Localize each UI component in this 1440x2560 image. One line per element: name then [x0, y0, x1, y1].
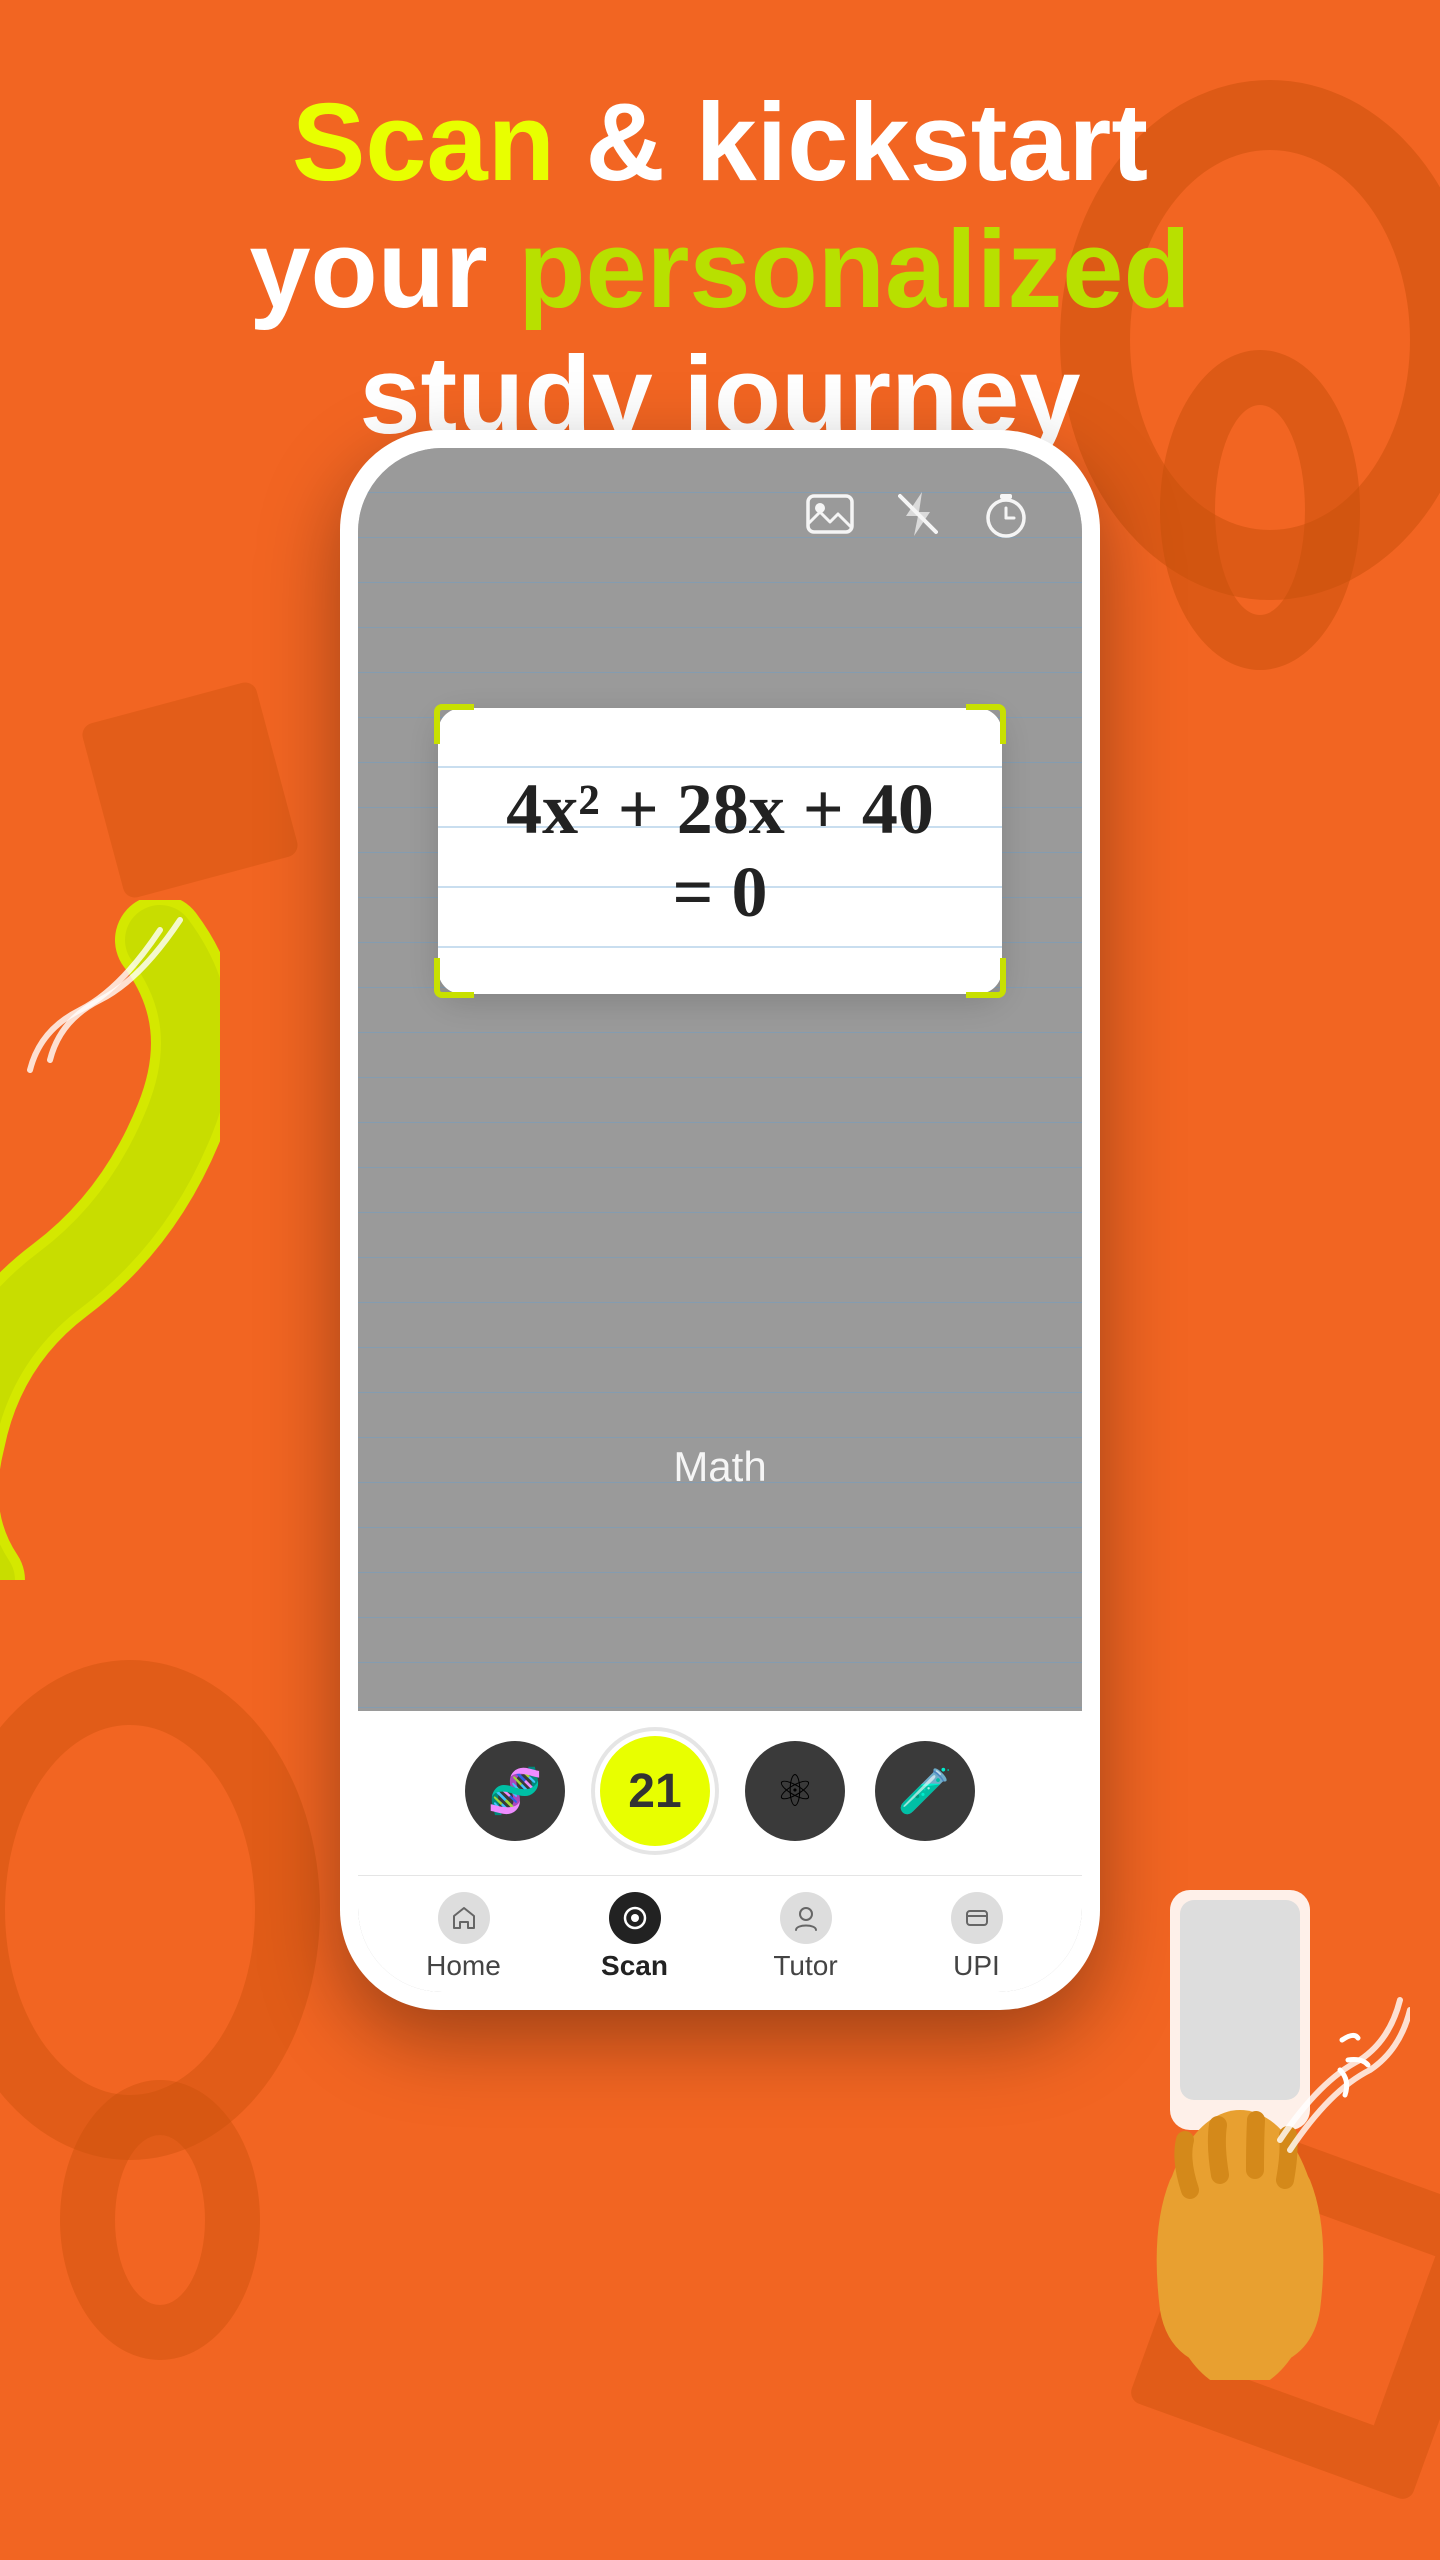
camera-view: 4x² + 28x + 40 = 0 Math [358, 448, 1082, 1711]
white-swirl-left [20, 900, 200, 1100]
phone-mockup: 4x² + 28x + 40 = 0 Math 🧬 21 ⚛ [340, 430, 1100, 2010]
hand-illustration [1110, 1880, 1390, 2380]
lined-paper-background [358, 448, 1082, 1711]
nav-home[interactable]: Home [378, 1892, 549, 1982]
math-icon: 21 [628, 1764, 681, 1819]
home-label: Home [426, 1950, 501, 1982]
physics-button[interactable]: ⚛ [745, 1741, 845, 1841]
white-swirl-right [1260, 1980, 1410, 2160]
nav-scan[interactable]: Scan [549, 1892, 720, 1982]
math-button[interactable]: 21 [595, 1731, 715, 1851]
tutor-icon [780, 1892, 832, 1944]
biology-button[interactable]: 🧬 [465, 1741, 565, 1841]
scan-equation-box: 4x² + 28x + 40 = 0 [438, 708, 1002, 994]
upi-icon [951, 1892, 1003, 1944]
phone-screen: 4x² + 28x + 40 = 0 Math 🧬 21 ⚛ [358, 448, 1082, 1992]
camera-top-icons [804, 488, 1032, 540]
bottom-nav: Home Scan [358, 1875, 1082, 1992]
flash-off-icon[interactable] [892, 488, 944, 540]
scan-label: Scan [601, 1950, 668, 1982]
header-section: Scan & kickstart your personalized study… [0, 80, 1440, 460]
subject-label: Math [358, 1443, 1082, 1491]
your-text: your [249, 208, 518, 331]
header-line-1: Scan & kickstart [80, 80, 1360, 207]
personalized-text: personalized [518, 208, 1190, 331]
yellow-swirl-left [0, 900, 220, 1580]
physics-icon: ⚛ [775, 1766, 814, 1817]
scan-icon [609, 1892, 661, 1944]
header-line-2: your personalized [80, 207, 1360, 334]
biology-icon: 🧬 [488, 1765, 543, 1817]
phone-outer-shell: 4x² + 28x + 40 = 0 Math 🧬 21 ⚛ [340, 430, 1100, 2010]
chemistry-icon: 🧪 [898, 1765, 953, 1817]
timer-icon[interactable] [980, 488, 1032, 540]
scan-text: Scan [292, 81, 555, 204]
nav-tutor[interactable]: Tutor [720, 1892, 891, 1982]
kickstart-text: & kickstart [555, 81, 1148, 204]
gallery-icon[interactable] [804, 488, 856, 540]
upi-label: UPI [953, 1950, 1000, 1982]
math-equation: 4x² + 28x + 40 = 0 [478, 768, 962, 934]
subject-selector: 🧬 21 ⚛ 🧪 [358, 1711, 1082, 1875]
tutor-label: Tutor [773, 1950, 837, 1982]
nav-upi[interactable]: UPI [891, 1892, 1062, 1982]
home-icon [438, 1892, 490, 1944]
chemistry-button[interactable]: 🧪 [875, 1741, 975, 1841]
